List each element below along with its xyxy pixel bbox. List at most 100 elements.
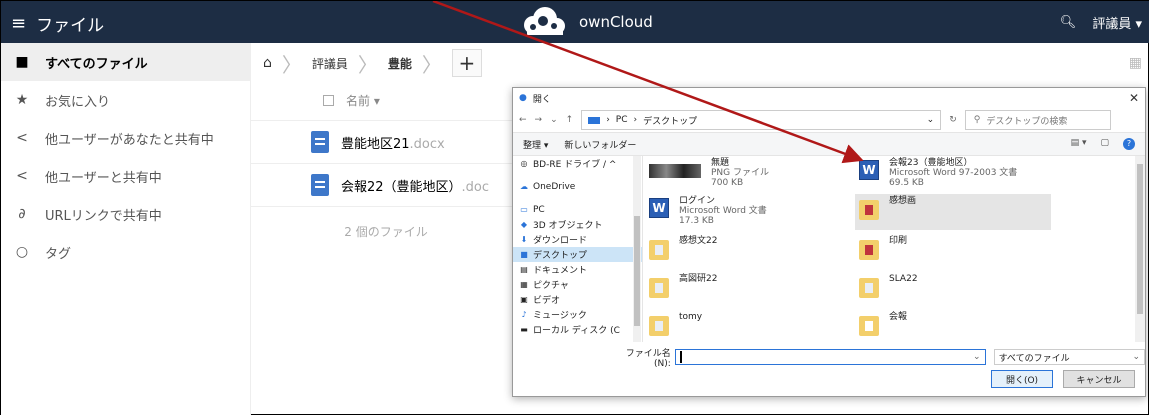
refresh-icon[interactable]: ↻ (949, 115, 957, 125)
view-options-icon[interactable]: ▤ ▾ (1071, 138, 1087, 150)
hamburger-icon[interactable]: ≡ (11, 13, 26, 34)
document-icon: ▤ (520, 265, 528, 274)
file-item[interactable]: SLA22 (855, 272, 1051, 308)
grid-view-icon[interactable]: ▦ (1129, 55, 1142, 71)
nav-item-videos[interactable]: ▣ ビデオ (513, 292, 642, 307)
nav-scrollbar[interactable] (633, 156, 641, 342)
file-name[interactable]: 豊能地区21.docx (341, 133, 445, 152)
nav-item-onedrive[interactable]: ☁ OneDrive (513, 179, 642, 194)
new-folder-button[interactable]: 新しいフォルダー (564, 138, 636, 151)
nav-item-pc[interactable]: ▭ PC (513, 202, 642, 217)
sidebar-item-favorites[interactable]: ★ お気に入り (1, 81, 250, 119)
nav-item-music[interactable]: ♪ ミュージック (513, 307, 642, 322)
search-icon[interactable]: 🔍︎ (1060, 15, 1077, 30)
folder-icon (859, 316, 879, 336)
nav-item-3d-objects[interactable]: ◆ 3D オブジェクト (513, 217, 642, 232)
file-name[interactable]: 会報22（豊能地区）.doc (341, 176, 489, 195)
sidebar-item-shared-by-link[interactable]: ∂ URLリンクで共有中 (1, 195, 250, 233)
sidebar-item-label: すべてのファイル (45, 56, 148, 72)
owncloud-logo[interactable]: ownCloud (513, 5, 653, 39)
app-menu[interactable]: ≡ ファイル (11, 11, 104, 36)
sidebar-item-all-files[interactable]: ■ すべてのファイル (1, 43, 250, 81)
nav-item-label: デスクトップ (533, 251, 588, 261)
nav-item-bd-drive[interactable]: ◎ BD-RE ドライブ ∕ ^ (513, 156, 642, 171)
sidebar-item-tags[interactable]: ○ タグ (1, 233, 250, 271)
add-button[interactable]: + (451, 49, 482, 77)
picture-icon: ▦ (520, 280, 528, 289)
path-item[interactable]: デスクトップ (643, 114, 697, 127)
select-all-checkbox[interactable] (323, 95, 334, 106)
file-item-name: 会報23（豊能地区） (889, 158, 973, 168)
breadcrumb-item[interactable]: 評議員 (312, 55, 348, 72)
breadcrumb-item[interactable]: 豊能 (388, 55, 412, 72)
sidebar-item-label: URLリンクで共有中 (45, 208, 162, 224)
file-item[interactable]: 感想画 (855, 194, 1051, 230)
document-icon (311, 131, 329, 153)
file-row[interactable]: 豊能地区21.docx (251, 121, 521, 164)
up-icon[interactable]: ↑ (566, 115, 574, 125)
folder-icon (859, 240, 879, 260)
nav-item-label: ミュージック (533, 311, 587, 321)
help-icon[interactable]: ? (1123, 138, 1135, 150)
file-item[interactable]: W 会報23（豊能地区） Microsoft Word 97-2003 文書 69.… (855, 156, 1125, 192)
user-menu[interactable]: 評議員 ▾ (1092, 13, 1142, 32)
dialog-title: 開く (532, 94, 551, 105)
file-item[interactable]: tomy (645, 310, 841, 346)
document-icon (311, 174, 329, 196)
chevron-down-icon[interactable]: ⌄ (973, 352, 981, 362)
recent-icon[interactable]: ⌄ (550, 115, 558, 125)
disk-icon: ▬ (520, 325, 528, 334)
breadcrumb-separator: 〉 (421, 52, 442, 77)
nav-item-label: OneDrive (533, 181, 576, 192)
file-row[interactable]: 会報22（豊能地区）.doc (251, 164, 521, 207)
forward-icon[interactable]: → (535, 115, 543, 125)
edge-icon: ● (519, 93, 527, 103)
file-item[interactable]: 会報 (855, 310, 1051, 346)
dialog-title-bar: ● 開く (513, 88, 1145, 108)
file-item[interactable]: 高図研22 (645, 272, 841, 308)
file-grid-scrollbar[interactable] (1135, 156, 1145, 342)
file-item-name: SLA22 (889, 274, 918, 284)
file-item[interactable]: 感想文22 (645, 234, 841, 270)
video-icon: ▣ (520, 295, 528, 304)
user-name: 評議員 (1092, 17, 1132, 32)
search-input[interactable]: ⚲ デスクトップの検索 (964, 110, 1111, 130)
file-item-name: tomy (679, 312, 703, 322)
sidebar-item-label: お気に入り (45, 94, 111, 110)
file-type-filter-value: すべてのファイル (998, 353, 1070, 364)
sidebar: ■ すべてのファイル ★ お気に入り < 他ユーザーがあなたと共有中 < 他ユー… (1, 43, 251, 415)
file-type-filter[interactable]: すべてのファイル ⌄ (993, 349, 1145, 365)
nav-item-documents[interactable]: ▤ ドキュメント (513, 262, 642, 277)
nav-item-pictures[interactable]: ▦ ピクチャ (513, 277, 642, 292)
file-item[interactable]: 印刷 (855, 234, 1051, 270)
filename-input[interactable]: ⌄ (674, 349, 986, 365)
back-icon[interactable]: ← (519, 115, 527, 125)
nav-item-local-disk[interactable]: ▬ ローカル ディスク (C (513, 322, 642, 337)
file-item[interactable]: 無題 PNG ファイル 700 KB (645, 156, 841, 192)
path-item[interactable]: PC (616, 115, 628, 125)
nav-item-desktop[interactable]: ■ デスクトップ (513, 247, 642, 262)
name-column-header[interactable]: 名前 ▾ (346, 92, 380, 109)
file-item[interactable]: W ログイン Microsoft Word 文書 17.3 KB (645, 194, 841, 230)
address-bar[interactable]: › PC › デスクトップ ⌄ (581, 110, 942, 130)
preview-pane-icon[interactable]: ▢ (1100, 138, 1109, 150)
top-bar: ≡ ファイル ownCloud 🔍︎ 評議員 ▾ (1, 1, 1149, 43)
download-icon: ⬇ (520, 235, 528, 244)
filename-label: ファイル名(N): (625, 348, 671, 369)
file-item-type: Microsoft Word 97-2003 文書 (889, 168, 1018, 178)
breadcrumb-separator: 〉 (281, 52, 302, 77)
filename-row: ファイル名(N): ⌄ すべてのファイル ⌄ (513, 346, 1145, 369)
file-list-header: 名前 ▾ (251, 81, 521, 121)
organize-button[interactable]: 整理 ▾ (523, 138, 548, 151)
file-item-name: 会報 (889, 312, 908, 322)
folder-icon (859, 200, 879, 220)
sidebar-item-shared-with-others[interactable]: < 他ユーザーと共有中 (1, 157, 250, 195)
sidebar-item-shared-with-you[interactable]: < 他ユーザーがあなたと共有中 (1, 119, 250, 157)
chevron-down-icon[interactable]: ⌄ (927, 115, 935, 125)
nav-item-downloads[interactable]: ⬇ ダウンロード (513, 232, 642, 247)
home-icon[interactable]: ⌂ (263, 55, 272, 71)
folder-icon (649, 278, 669, 298)
cancel-button[interactable]: キャンセル (1063, 370, 1135, 388)
open-button[interactable]: 開く(O) (991, 370, 1053, 388)
close-icon[interactable]: ✕ (1129, 91, 1139, 105)
